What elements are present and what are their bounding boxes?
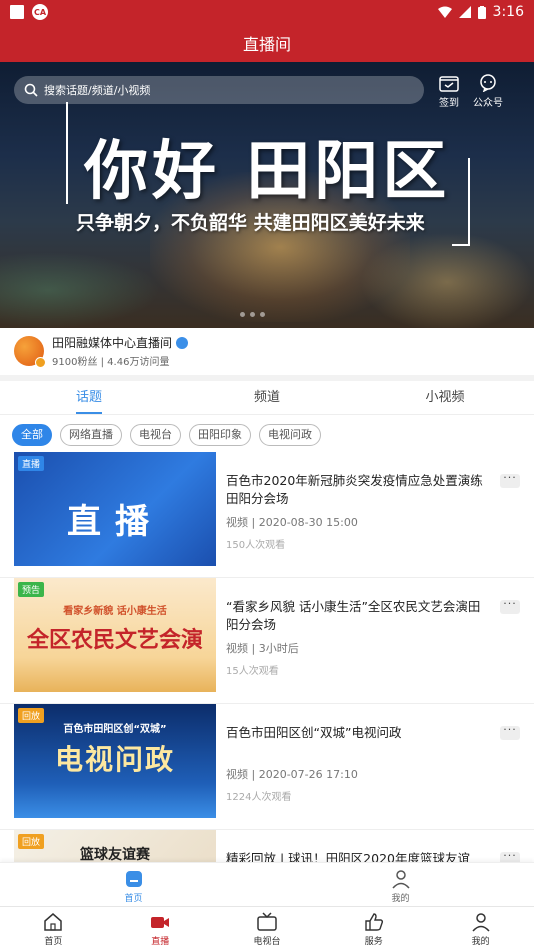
tab-channels[interactable]: 频道 [178, 381, 356, 414]
verified-badge-icon [35, 357, 46, 368]
list-item[interactable]: 预告 看家乡新貌 话小康生活 全区农民文艺会演 “看家乡风貌 话小康生活”全区农… [0, 578, 534, 704]
item-views: 1224人次观看 [226, 792, 292, 803]
more-options-button[interactable]: ··· [500, 850, 520, 862]
calendar-check-icon [439, 76, 459, 92]
status-bar: CA 3:16 [0, 0, 534, 24]
official-account-button[interactable]: 公众号 [470, 74, 506, 109]
thumbnail-text: 全区农民文艺会演 [26, 628, 203, 653]
person-icon [391, 870, 410, 889]
banner-frame-line [452, 244, 470, 246]
search-placeholder: 搜索话题/频道/小视频 [44, 84, 151, 97]
topic-list: 直播 直播 百色市2020年新冠肺炎突发疫情应急处置演练田阳分会场 视频 | 2… [0, 452, 534, 862]
verified-icon [176, 336, 189, 349]
filter-chips: 全部 网络直播 电视台 田阳印象 电视问政 [12, 424, 321, 446]
thumbnail-subtext: 百色市田阳区创“双城” [63, 724, 167, 735]
tv-icon [257, 912, 277, 931]
host-stats: 9100粉丝 | 4.46万访问量 [52, 357, 170, 368]
preview-badge: 预告 [18, 582, 45, 597]
room-nav-mine-label: 我的 [391, 894, 410, 904]
bottom-nav-mine-label: 我的 [471, 937, 490, 947]
bottom-nav-service-label: 服务 [364, 937, 383, 947]
search-input[interactable]: 搜索话题/频道/小视频 [14, 76, 424, 104]
page-title: 直播间 [242, 35, 291, 54]
home-icon [125, 871, 142, 887]
room-nav-home[interactable]: 首页 [0, 863, 267, 906]
thumbnail-text: 篮球友谊赛 [80, 847, 150, 862]
wifi-icon [437, 6, 452, 18]
banner-headline: 你好 田阳区 [84, 135, 451, 209]
bottom-nav-service[interactable]: 服务 [320, 907, 427, 950]
room-nav-mine[interactable]: 我的 [267, 863, 534, 906]
thumbnail-text: 直播 [67, 502, 163, 542]
live-badge: 直播 [18, 456, 45, 471]
thumbs-up-icon [365, 913, 383, 931]
battery-icon [477, 5, 486, 19]
carousel-dots [240, 312, 265, 317]
checkin-label: 签到 [439, 98, 459, 109]
bottom-nav-tv-label: 电视台 [253, 937, 281, 947]
host-info[interactable]: 田阳融媒体中心直播间 9100粉丝 | 4.46万访问量 [0, 328, 534, 374]
item-title: 精彩回放 | 球讯！田阳区2020年度篮球友谊 [226, 851, 470, 862]
search-icon [24, 83, 38, 97]
item-meta: 视频 | 2020-08-30 15:00 [226, 516, 358, 529]
list-item[interactable]: 回放 百色市田阳区创“双城” 电视问政 百色市田阳区创“双城”电视问政 视频 |… [0, 704, 534, 830]
banner-subline: 只争朝夕，不负韶华 共建田阳区美好未来 [76, 212, 425, 234]
chip-all[interactable]: 全部 [12, 424, 52, 446]
checkin-button[interactable]: 签到 [431, 74, 467, 109]
app-badge-icon: CA [32, 4, 48, 20]
video-thumbnail[interactable]: 直播 直播 [14, 452, 216, 566]
bottom-nav-live-label: 直播 [151, 937, 170, 947]
avatar [14, 336, 46, 368]
chat-bubble-icon [480, 74, 496, 92]
banner-frame-line [66, 102, 68, 204]
item-meta: 视频 | 3小时后 [226, 642, 299, 655]
bottom-nav-home-label: 首页 [44, 937, 63, 947]
chip-tianyang-impression[interactable]: 田阳印象 [189, 424, 251, 446]
list-item[interactable]: 回放 篮球友谊赛 精彩回放 | 球讯！田阳区2020年度篮球友谊 ··· [0, 830, 534, 862]
room-nav-home-label: 首页 [124, 894, 143, 904]
more-options-button[interactable]: ··· [500, 598, 520, 614]
hero-banner[interactable]: 搜索话题/频道/小视频 签到 公众号 你好 田阳区 只争朝夕，不负韶华 共建田阳… [0, 62, 534, 328]
item-title: 百色市2020年新冠肺炎突发疫情应急处置演练田阳分会场 [226, 473, 483, 506]
video-thumbnail[interactable]: 回放 篮球友谊赛 [14, 830, 216, 862]
video-thumbnail[interactable]: 预告 看家乡新貌 话小康生活 全区农民文艺会演 [14, 578, 216, 692]
page-title-bar: 直播间 [0, 24, 534, 62]
item-views: 150人次观看 [226, 540, 286, 551]
more-options-button[interactable]: ··· [500, 724, 520, 740]
person-icon [472, 913, 490, 932]
item-views: 15人次观看 [226, 666, 279, 677]
item-title: “看家乡风貌 话小康生活”全区农民文艺会演田阳分会场 [226, 599, 481, 632]
tab-short-videos[interactable]: 小视频 [356, 381, 534, 414]
home-icon [44, 913, 63, 931]
chip-live-stream[interactable]: 网络直播 [60, 424, 122, 446]
bottom-nav-mine[interactable]: 我的 [427, 907, 534, 950]
signal-icon [458, 6, 471, 18]
video-camera-icon [151, 917, 170, 928]
item-title: 百色市田阳区创“双城”电视问政 [226, 725, 402, 740]
video-thumbnail[interactable]: 回放 百色市田阳区创“双城” 电视问政 [14, 704, 216, 818]
thumbnail-text: 电视问政 [54, 743, 175, 776]
more-options-button[interactable]: ··· [500, 472, 520, 488]
bottom-nav-home[interactable]: 首页 [0, 907, 107, 950]
notification-square-icon [10, 5, 24, 19]
item-meta: 视频 | 2020-07-26 17:10 [226, 768, 358, 781]
thumbnail-subtext: 看家乡新貌 话小康生活 [63, 606, 167, 617]
bottom-nav-live[interactable]: 直播 [107, 907, 214, 950]
tab-bar: 话题 频道 小视频 [0, 381, 534, 415]
official-account-label: 公众号 [473, 98, 503, 109]
host-name: 田阳融媒体中心直播间 [52, 336, 173, 350]
list-item[interactable]: 直播 直播 百色市2020年新冠肺炎突发疫情应急处置演练田阳分会场 视频 | 2… [0, 452, 534, 578]
clock: 3:16 [492, 4, 524, 20]
banner-frame-line [468, 158, 470, 246]
room-nav: 首页 我的 [0, 862, 534, 906]
bottom-nav: 首页 直播 电视台 服务 我的 [0, 906, 534, 950]
tab-topics[interactable]: 话题 [0, 381, 178, 414]
bottom-nav-tv[interactable]: 电视台 [214, 907, 321, 950]
chip-tv-inquiry[interactable]: 电视问政 [259, 424, 321, 446]
chip-tv-station[interactable]: 电视台 [130, 424, 181, 446]
